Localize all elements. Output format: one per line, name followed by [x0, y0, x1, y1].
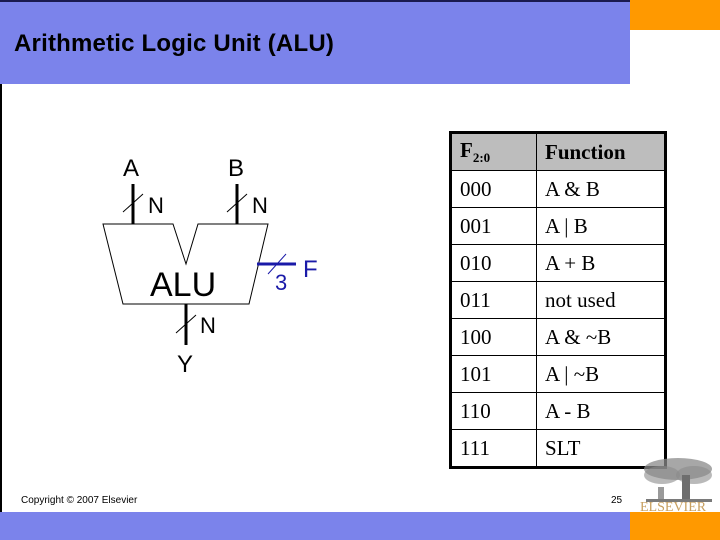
function-description-cell: A | B — [536, 207, 666, 245]
control-f-label: F — [303, 256, 318, 283]
table-row: 001 A | B — [450, 207, 666, 245]
table-row: 010 A + B — [450, 244, 666, 282]
copyright-text: Copyright © 2007 Elsevier — [21, 495, 138, 506]
function-description-cell: A + B — [536, 244, 666, 282]
input-a-label: A — [123, 155, 139, 182]
function-description-cell: A & B — [536, 170, 666, 208]
table-row: 110 A - B — [450, 392, 666, 430]
function-code-cell: 010 — [450, 244, 537, 282]
header-accent-bar — [630, 0, 720, 30]
table-row: 111 SLT — [450, 429, 666, 468]
elsevier-logo: ELSEVIER — [640, 458, 712, 511]
page-number: 25 — [611, 495, 623, 506]
table-row: 101 A | ~B — [450, 355, 666, 393]
footer-accent-bar — [630, 512, 720, 540]
tree-icon — [644, 458, 712, 502]
table-row: 011 not used — [450, 281, 666, 319]
table-row: 100 A & ~B — [450, 318, 666, 356]
function-description-cell: A & ~B — [536, 318, 666, 356]
function-code-cell: 110 — [450, 392, 537, 430]
function-description-cell: A | ~B — [536, 355, 666, 393]
input-b-label: B — [228, 155, 244, 182]
function-code-cell: 100 — [450, 318, 537, 356]
table-header-row: F2:0 Function — [450, 132, 666, 171]
output-y-label: Y — [177, 351, 193, 378]
input-a-width-label: N — [148, 193, 164, 218]
function-code-cell: 001 — [450, 207, 537, 245]
function-description-cell: A - B — [536, 392, 666, 430]
elsevier-logo-text: ELSEVIER — [640, 500, 707, 511]
output-y-width-label: N — [200, 313, 216, 338]
function-description-cell: not used — [536, 281, 666, 319]
slide-title: Arithmetic Logic Unit (ALU) — [14, 30, 335, 57]
function-table: F2:0 Function 000 A & B 001 A | B 010 A + B 01… — [449, 131, 667, 469]
function-code-cell: 101 — [450, 355, 537, 393]
table-row: 000 A & B — [450, 170, 666, 208]
footer-band — [0, 512, 630, 540]
left-border-rule — [0, 84, 2, 512]
input-b-width-label: N — [252, 193, 268, 218]
function-code-cell: 000 — [450, 170, 537, 208]
control-f-width-label: 3 — [275, 270, 287, 295]
column-header-code: F2:0 — [450, 132, 537, 171]
column-header-function: Function — [536, 132, 666, 171]
function-code-cell: 111 — [450, 429, 537, 468]
function-code-cell: 011 — [450, 281, 537, 319]
alu-diagram: ALU A N B N N Y 3 F — [102, 155, 318, 378]
alu-block-label: ALU — [150, 266, 216, 304]
